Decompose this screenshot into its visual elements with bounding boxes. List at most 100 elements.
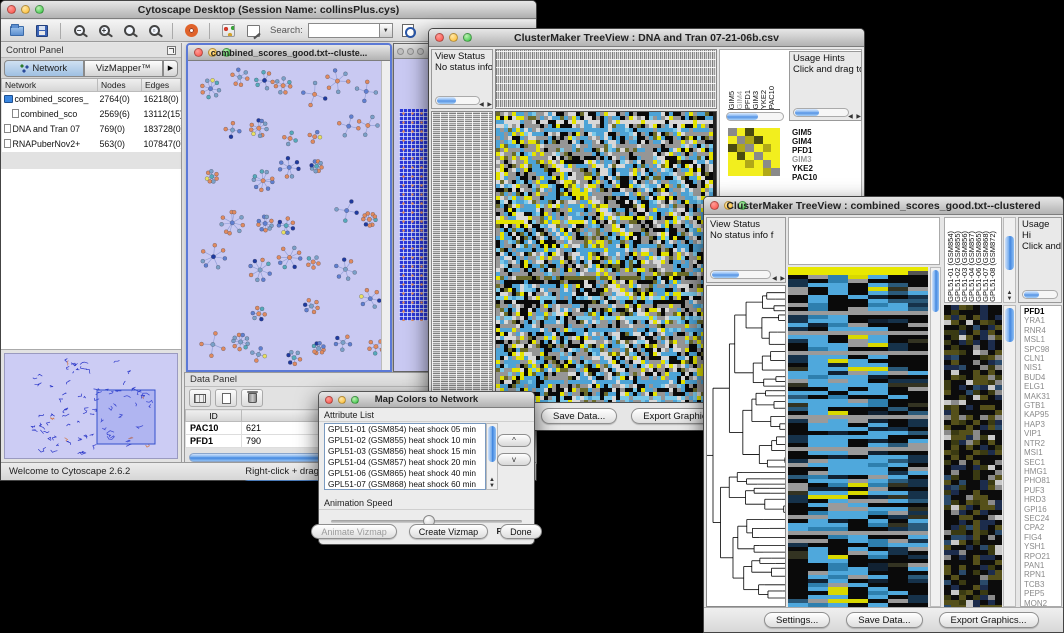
tab-network[interactable]: Network	[4, 60, 84, 77]
select-attributes-button[interactable]	[189, 389, 211, 407]
gene-label[interactable]: MON2	[1024, 599, 1061, 607]
gene-label[interactable]: YSH1	[1024, 542, 1061, 551]
zoom-fit-button[interactable]	[119, 22, 139, 40]
attribute-list[interactable]: GPL51-01 (GSM854) heat shock 05 minGPL51…	[324, 423, 486, 490]
usage-hints-scrollbar[interactable]	[1022, 290, 1058, 299]
gene-label[interactable]: RPN1	[1024, 570, 1061, 579]
gene-label[interactable]: SPC98	[1024, 345, 1061, 354]
gene-label[interactable]: PFD1	[1024, 307, 1061, 316]
search-input[interactable]	[308, 23, 380, 38]
gene-label[interactable]: CLN1	[1024, 354, 1061, 363]
column-label[interactable]: YKE2	[760, 90, 767, 109]
zoom-button[interactable]	[351, 396, 359, 404]
gene-label[interactable]: PUF3	[1024, 486, 1061, 495]
scroll-arrows-icon[interactable]: ◀ ▶	[772, 275, 786, 282]
row-dendrogram[interactable]	[706, 285, 786, 607]
search-dropdown-button[interactable]: ▼	[380, 23, 393, 38]
gene-label[interactable]: MSI1	[1024, 448, 1061, 457]
gene-label[interactable]: PHO81	[1024, 476, 1061, 485]
zoom-selected-button[interactable]: ▫	[144, 22, 164, 40]
scroll-arrows-icon[interactable]: ◀ ▶	[479, 101, 493, 108]
gene-label[interactable]: GIM3	[792, 155, 817, 164]
gene-label[interactable]: ELG1	[1024, 382, 1061, 391]
help-button[interactable]	[181, 22, 201, 40]
heatmap[interactable]	[495, 111, 717, 403]
attribute-item[interactable]: GPL51-04 (GSM857) heat shock 20 min	[325, 457, 485, 468]
view-status-scrollbar[interactable]	[710, 270, 771, 279]
gene-label[interactable]: GPI16	[1024, 505, 1061, 514]
col-network[interactable]: Network	[2, 79, 98, 92]
close-button[interactable]	[325, 396, 333, 404]
gene-label[interactable]: RNR4	[1024, 326, 1061, 335]
heatmap-vscrollbar[interactable]	[930, 267, 941, 607]
row-dendrogram[interactable]	[431, 111, 493, 403]
gene-label[interactable]: TCB3	[1024, 580, 1061, 589]
export-graphics-button[interactable]: Export Graphics...	[939, 612, 1039, 628]
gene-label[interactable]: YRA1	[1024, 316, 1061, 325]
secondary-heatmap-scrollbar[interactable]	[1003, 305, 1016, 607]
column-dendrogram[interactable]	[495, 49, 717, 109]
attr-col-id[interactable]: ID	[186, 410, 242, 422]
advanced-search-button[interactable]	[398, 22, 418, 40]
gene-label[interactable]: GIM4	[792, 137, 817, 146]
zoom-button[interactable]	[222, 48, 231, 57]
column-label[interactable]: PFD1	[744, 90, 751, 109]
gene-label[interactable]: FIG4	[1024, 533, 1061, 542]
delete-attribute-button[interactable]	[241, 389, 263, 407]
column-labels-scrollbar[interactable]	[726, 112, 784, 121]
col-edges[interactable]: Edges	[142, 79, 181, 92]
new-attribute-button[interactable]	[215, 389, 237, 407]
close-button[interactable]	[7, 5, 16, 14]
vizmapper-shortcut-button[interactable]	[218, 22, 238, 40]
gene-label[interactable]: CPA2	[1024, 523, 1061, 532]
attribute-item[interactable]: GPL51-03 (GSM856) heat shock 15 min	[325, 446, 485, 457]
float-panel-icon[interactable]	[167, 46, 176, 55]
save-data-button[interactable]: Save Data...	[541, 408, 617, 424]
attribute-item[interactable]: GPL51-02 (GSM855) heat shock 10 min	[325, 435, 485, 446]
minimize-button[interactable]	[449, 33, 458, 42]
settings-button[interactable]: Settings...	[764, 612, 830, 628]
zoom-button[interactable]	[463, 33, 472, 42]
attribute-item[interactable]: GPL51-07 (GSM868) heat shock 60 min	[325, 479, 485, 490]
zoom-button[interactable]	[35, 5, 44, 14]
tab-overflow-button[interactable]: ▶	[163, 60, 178, 77]
gene-label[interactable]: GIM5	[792, 128, 817, 137]
gene-label[interactable]: GTB1	[1024, 401, 1061, 410]
gene-list[interactable]: GIM5GIM4PFD1GIM3YKE2PAC10	[792, 128, 817, 182]
dialog-titlebar[interactable]: Map Colors to Network	[319, 392, 534, 408]
close-button[interactable]	[194, 48, 203, 57]
animation-speed-slider[interactable]	[331, 520, 522, 523]
network-view-titlebar[interactable]: combined_scores_good.txt--cluste...	[188, 45, 390, 61]
done-button[interactable]: Done	[500, 524, 542, 539]
move-up-button[interactable]: ^	[497, 434, 531, 447]
column-labels-scrollbar[interactable]: ▲▼	[1003, 217, 1016, 303]
gene-label[interactable]: VIP1	[1024, 429, 1061, 438]
gene-list[interactable]: PFD1YRA1RNR4MSL1SPC98CLN1NIS1BUD4ELG1MAK…	[1020, 305, 1062, 607]
network-canvas[interactable]	[188, 61, 381, 370]
close-button[interactable]	[435, 33, 444, 42]
heatmap[interactable]	[788, 267, 928, 607]
gene-label[interactable]: HMG1	[1024, 467, 1061, 476]
save-data-button[interactable]: Save Data...	[846, 612, 922, 628]
attribute-item[interactable]: GPL51-06 (GSM865) heat shock 40 min	[325, 468, 485, 479]
network-vertical-scrollbar[interactable]	[381, 61, 390, 370]
column-labels[interactable]: GIM5GIM4PFD1GIM3YKE2PAC10	[728, 50, 780, 110]
zoom-button[interactable]	[738, 201, 747, 210]
column-labels[interactable]: GPL51-01 (GSM854)GPL51-02 (GSM855)GPL51-…	[944, 217, 1002, 303]
cytoscape-titlebar[interactable]: Cytoscape Desktop (Session Name: collins…	[1, 1, 536, 19]
open-session-button[interactable]	[7, 22, 27, 40]
network-navigator[interactable]	[4, 353, 178, 459]
similarity-matrix[interactable]	[728, 128, 780, 176]
minimize-button[interactable]	[724, 201, 733, 210]
gene-label[interactable]: SEC1	[1024, 458, 1061, 467]
move-down-button[interactable]: v	[497, 453, 531, 466]
usage-hints-scrollbar[interactable]	[793, 108, 849, 117]
gene-label[interactable]: RPO21	[1024, 552, 1061, 561]
gene-label[interactable]: PFD1	[792, 146, 817, 155]
network-row[interactable]: DNA and Tran 07769(0)183728(0)	[2, 122, 181, 137]
gene-label[interactable]: HAP3	[1024, 420, 1061, 429]
attribute-list-scrollbar[interactable]: ▲▼	[486, 423, 498, 490]
col-nodes[interactable]: Nodes	[98, 79, 142, 92]
save-session-button[interactable]	[32, 22, 52, 40]
gene-label[interactable]: NTR2	[1024, 439, 1061, 448]
